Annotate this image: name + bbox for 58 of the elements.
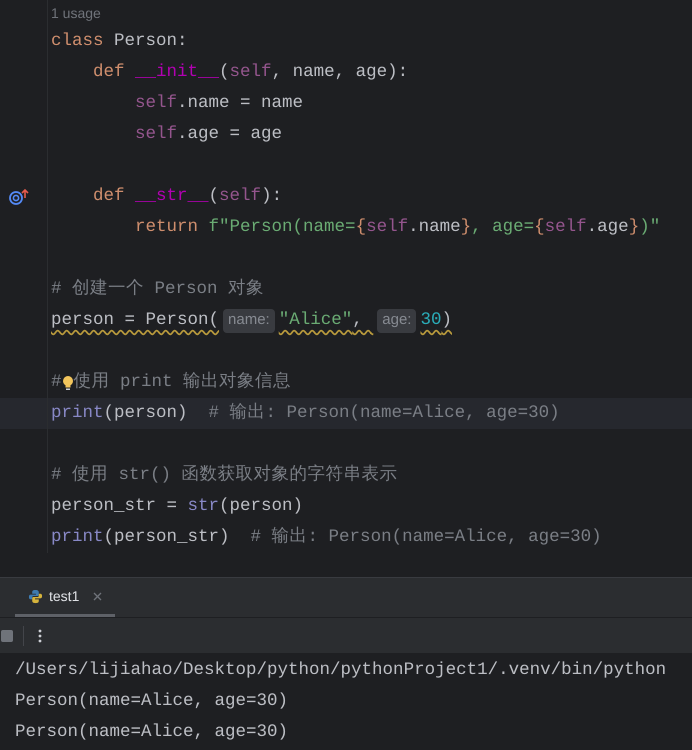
close-icon[interactable] <box>93 592 102 600</box>
parameter-hint: age: <box>377 308 416 332</box>
console-output-line: Person(name=Alice, age=30) <box>15 721 288 744</box>
code-token: (person_str) <box>104 526 230 550</box>
code-token: person = Person( <box>51 309 220 332</box>
code-token: ): <box>261 185 282 208</box>
code-token: , <box>352 309 364 332</box>
code-token: # 输出: Person(name=Alice, age=30) <box>250 526 602 550</box>
code-token: (person) <box>104 402 188 426</box>
code-token: , age= <box>471 216 534 240</box>
code-token: # 输出: Person(name=Alice, age=30) <box>208 402 560 426</box>
code-token: # 创建一个 Person 对象 <box>51 278 264 302</box>
code-token: { <box>356 216 366 240</box>
console-output-line: /Users/lijiahao/Desktop/python/pythonProject1/.venv/bin/python <box>15 659 666 682</box>
code-token: str <box>188 495 220 518</box>
code-token: 使用 print 输出对象信息 <box>74 370 292 394</box>
code-token: self <box>219 185 262 208</box>
code-token: # 使用 str() 函数获取对象的字符串表示 <box>51 463 398 488</box>
code-token: self <box>134 123 178 146</box>
code-token: # <box>51 371 62 394</box>
code-token: self <box>366 216 408 240</box>
code-token: Person: <box>113 30 188 54</box>
code-token: .age <box>586 216 629 240</box>
lightbulb-icon[interactable] <box>62 374 74 390</box>
code-token: 30 <box>420 309 442 332</box>
parameter-hint: name: <box>223 308 275 332</box>
code-token: .name <box>408 216 461 240</box>
code-token: class <box>51 30 104 54</box>
code-token: __init__ <box>134 61 220 84</box>
code-token: person_str = <box>51 495 178 518</box>
code-token: { <box>534 216 545 240</box>
code-token: ( <box>208 185 220 208</box>
code-token: __str__ <box>134 185 209 208</box>
code-token: def <box>92 61 125 84</box>
code-token: .age = age <box>177 123 282 146</box>
code-token: (person) <box>219 495 304 518</box>
code-token: return <box>134 216 198 240</box>
console-output-line: Person(name=Alice, age=30) <box>15 690 288 714</box>
code-token: print <box>51 402 104 426</box>
code-token: def <box>92 185 125 208</box>
code-token: } <box>460 216 472 240</box>
code-token: , name, age): <box>272 61 408 84</box>
stop-icon[interactable] <box>1 630 13 642</box>
code-token: self <box>134 92 178 116</box>
more-options-icon[interactable] <box>38 628 42 642</box>
code-token: f"Person(name= <box>208 216 356 240</box>
override-marker-icon[interactable] <box>9 188 31 206</box>
code-token: } <box>628 216 640 240</box>
code-token: print <box>51 526 104 550</box>
code-token: self <box>544 216 587 240</box>
python-icon <box>28 588 43 604</box>
code-token: .name = name <box>177 92 304 116</box>
code-token: ( <box>219 61 230 84</box>
code-token: ) <box>441 309 452 332</box>
code-token: "Alice" <box>278 309 352 332</box>
run-tab[interactable]: test1 <box>15 578 116 617</box>
code-token: self <box>230 61 272 84</box>
code-token: )" <box>639 216 660 240</box>
